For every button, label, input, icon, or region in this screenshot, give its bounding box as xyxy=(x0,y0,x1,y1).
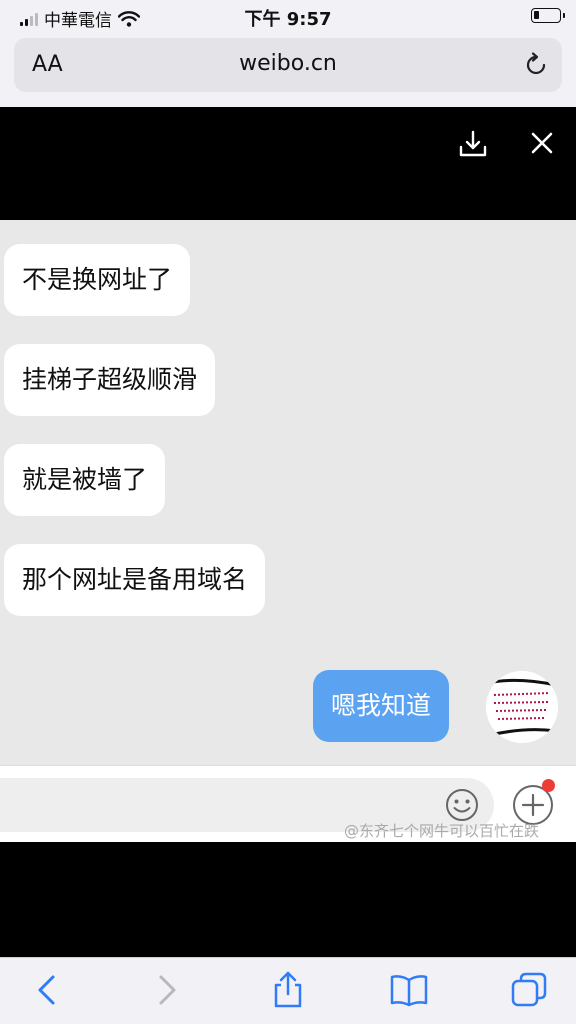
message-bubble-received: 那个网址是备用域名 xyxy=(4,544,266,616)
avatar-calligraphy-image xyxy=(486,671,558,743)
back-chevron-icon[interactable] xyxy=(28,970,68,1010)
avatar xyxy=(486,671,558,743)
reload-icon[interactable] xyxy=(522,51,550,79)
message-bubble-sent: 嗯我知道 xyxy=(313,670,450,742)
browser-toolbar xyxy=(0,957,576,1024)
web-content: 不是换网址了 挂梯子超级顺滑 就是被墙了 那个网址是备用域名 嗯我知道 @东齐七… xyxy=(0,107,576,957)
image-viewer-footer xyxy=(0,842,576,957)
image-viewer-header xyxy=(0,107,576,220)
download-icon[interactable] xyxy=(456,127,490,161)
share-icon[interactable] xyxy=(268,970,308,1010)
status-bar: 中華電信 下午 9:57 xyxy=(0,0,576,34)
message-bubble-received: 挂梯子超级顺滑 xyxy=(4,344,216,416)
tabs-icon[interactable] xyxy=(509,970,549,1010)
message-bubble-received: 就是被墙了 xyxy=(4,444,166,516)
chat-screenshot: 不是换网址了 挂梯子超级顺滑 就是被墙了 那个网址是备用域名 嗯我知道 xyxy=(0,220,576,765)
forward-chevron-icon[interactable] xyxy=(146,970,186,1010)
emoji-icon[interactable] xyxy=(444,787,480,823)
message-input-bar: @东齐七个网牛可以百忙在跌 xyxy=(0,765,576,842)
address-bar[interactable]: AA weibo.cn xyxy=(14,38,562,92)
close-icon[interactable] xyxy=(526,127,558,159)
watermark: @东齐七个网牛可以百忙在跌 xyxy=(344,822,540,840)
notification-dot xyxy=(542,779,555,792)
message-bubble-received: 不是换网址了 xyxy=(4,244,191,316)
battery-icon xyxy=(531,8,565,23)
book-icon[interactable] xyxy=(389,970,429,1010)
url-text[interactable]: weibo.cn xyxy=(14,51,562,76)
clock: 下午 9:57 xyxy=(244,9,332,30)
